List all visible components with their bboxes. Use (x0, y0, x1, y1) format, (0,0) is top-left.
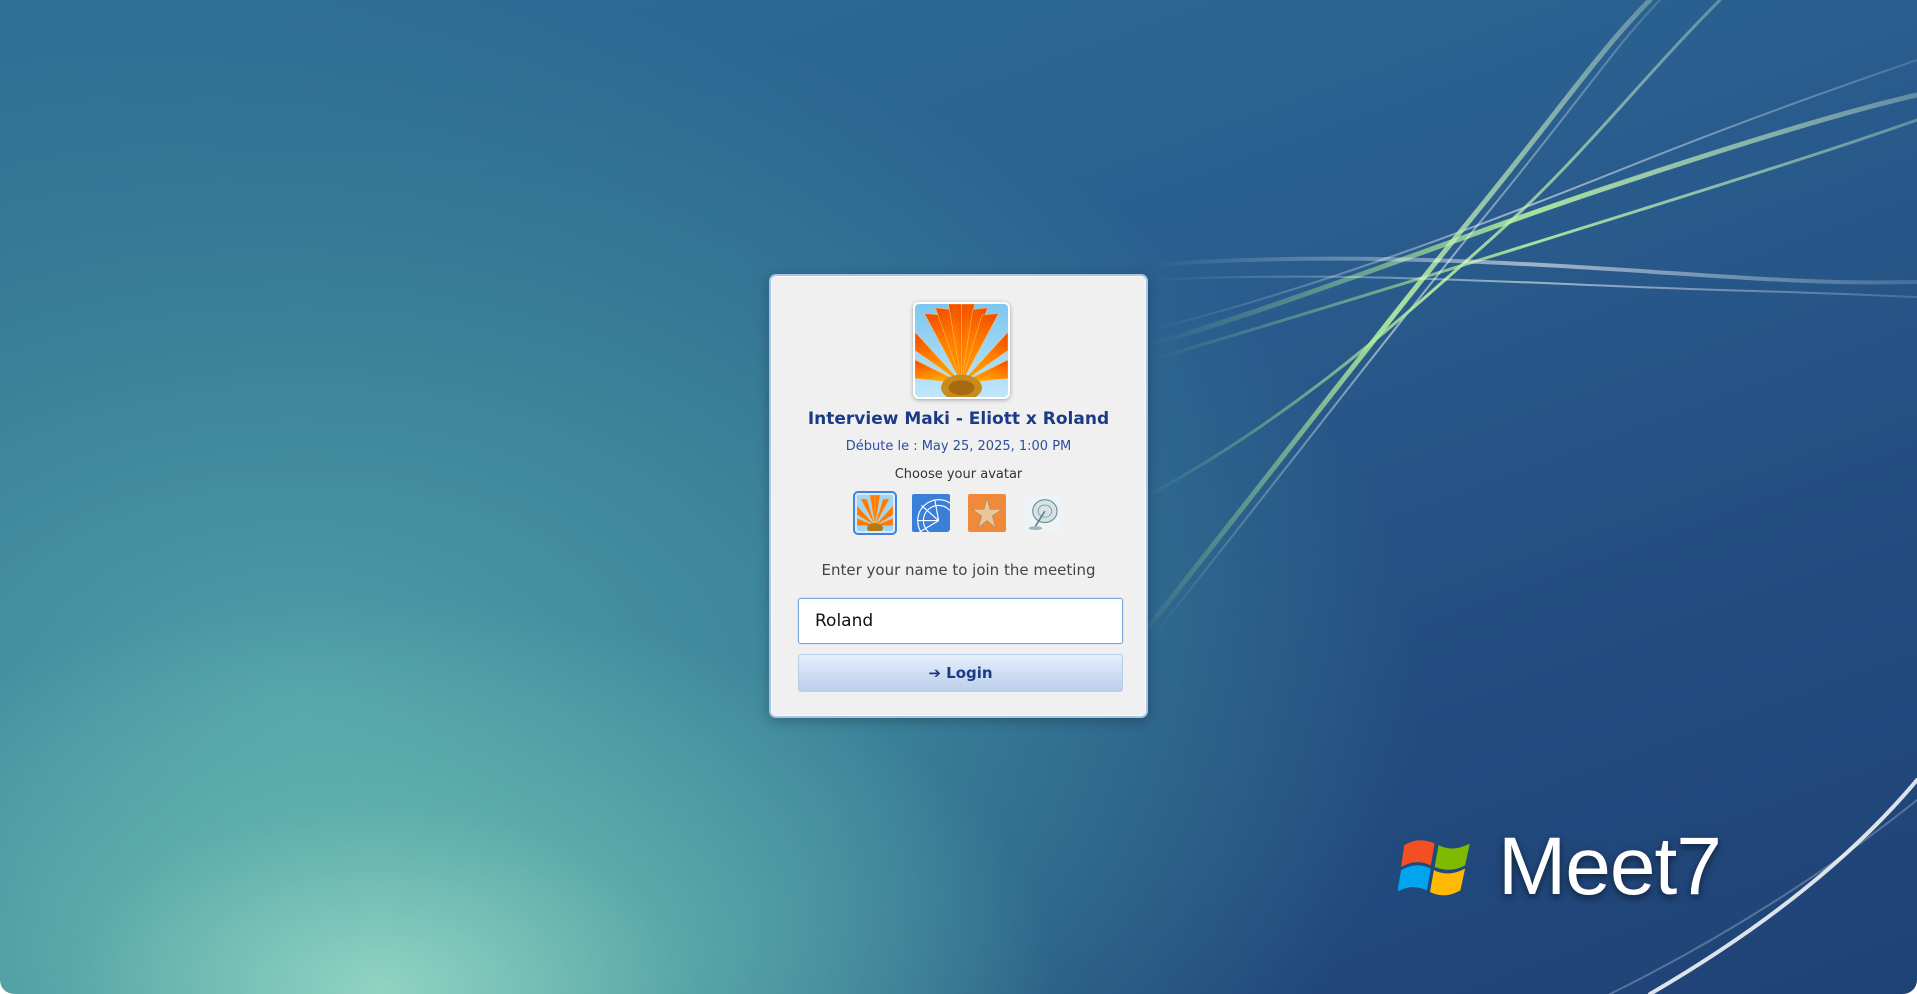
login-card: Interview Maki - Eliott x Roland Débute … (769, 274, 1148, 718)
starfish-icon (967, 494, 1006, 532)
selected-avatar-image (913, 302, 1010, 399)
name-input[interactable] (798, 598, 1123, 644)
brand-name: Meet7 (1498, 821, 1722, 912)
avatar-option-starfish[interactable] (965, 491, 1009, 535)
avatar-picker-label: Choose your avatar (894, 467, 1023, 482)
avatar-picker (771, 491, 1146, 535)
meeting-start-date: Débute le : May 25, 2025, 1:00 PM (845, 439, 1072, 454)
avatar-option-flower[interactable] (852, 491, 897, 535)
flower-icon (856, 495, 893, 531)
windows-logo-icon (1398, 840, 1470, 896)
login-button[interactable]: ➔ Login (798, 654, 1123, 692)
meeting-title: Interview Maki - Eliott x Roland (807, 409, 1110, 429)
satellite-dish-icon (1023, 494, 1062, 532)
desktop-background: Interview Maki - Eliott x Roland Débute … (0, 0, 1917, 994)
ferris-wheel-icon (911, 494, 950, 532)
flower-icon (915, 304, 1008, 397)
avatar-option-satellite-dish[interactable] (1021, 491, 1065, 535)
brand: Meet7 (1398, 821, 1722, 912)
join-prompt: Enter your name to join the meeting (821, 561, 1096, 579)
avatar-option-ferris-wheel[interactable] (909, 491, 953, 535)
